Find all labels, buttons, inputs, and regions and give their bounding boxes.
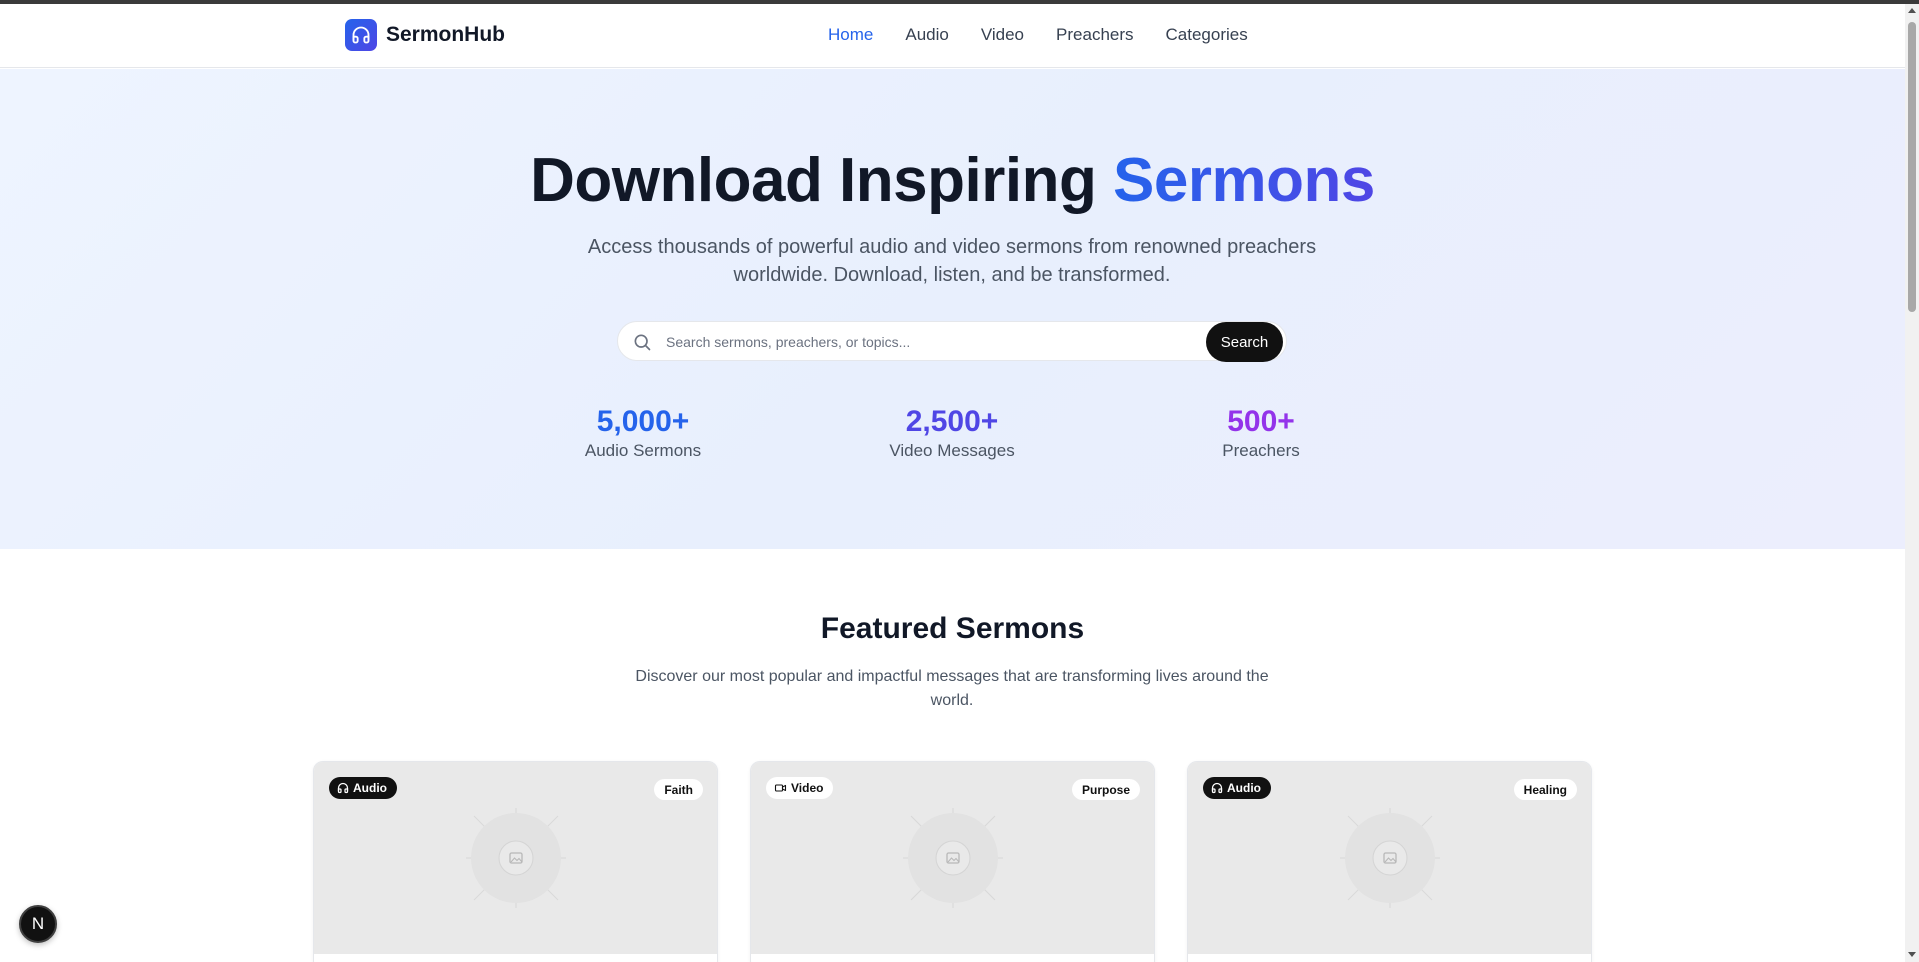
dev-tools-badge-label: N xyxy=(31,914,45,933)
category-badge: Purpose xyxy=(1071,779,1140,800)
scroll-down-arrow-icon[interactable] xyxy=(1908,952,1916,957)
page-scrollbar[interactable] xyxy=(1905,4,1919,962)
stat-value: 2,500+ xyxy=(905,405,999,438)
headphones-icon xyxy=(345,19,377,51)
search-button[interactable]: Search xyxy=(1206,322,1283,362)
nav-categories[interactable]: Categories xyxy=(1166,25,1248,45)
hero-title: Download Inspiring Sermons xyxy=(0,145,1905,216)
dev-tools-badge[interactable]: N xyxy=(19,905,57,943)
stat-label: Video Messages xyxy=(889,441,1015,460)
media-type-label: Video xyxy=(791,781,824,795)
stat-preachers: 500+ Preachers xyxy=(1161,405,1361,461)
category-badge: Faith xyxy=(654,779,703,800)
card-thumbnail: Audio Faith xyxy=(314,762,717,954)
search-input[interactable] xyxy=(666,330,1166,354)
search-icon xyxy=(634,334,651,351)
card-thumbnail: Audio Healing xyxy=(1188,762,1591,954)
stat-label: Preachers xyxy=(1222,441,1300,460)
image-placeholder-icon xyxy=(1340,808,1440,908)
category-badge: Healing xyxy=(1513,779,1577,800)
media-type-badge: Audio xyxy=(1203,777,1271,799)
headphones-icon xyxy=(1211,782,1223,794)
main-nav: Home Audio Video Preachers Categories xyxy=(828,25,1248,45)
sermon-card[interactable]: Audio Healing xyxy=(1187,761,1592,962)
media-type-label: Audio xyxy=(353,781,387,795)
hero-title-accent: Sermons xyxy=(1113,146,1375,215)
image-placeholder-icon xyxy=(466,808,566,908)
search-bar: Search xyxy=(617,321,1287,362)
nav-audio[interactable]: Audio xyxy=(905,25,948,45)
sermon-card[interactable]: Audio Faith xyxy=(313,761,718,962)
card-thumbnail: Video Purpose xyxy=(751,762,1154,954)
brand-name: SermonHub xyxy=(386,23,506,46)
stat-video-messages: 2,500+ Video Messages xyxy=(852,405,1052,461)
stat-audio-sermons: 5,000+ Audio Sermons xyxy=(543,405,743,461)
video-camera-icon xyxy=(774,784,787,792)
stat-label: Audio Sermons xyxy=(584,441,702,460)
nav-preachers[interactable]: Preachers xyxy=(1056,25,1133,45)
image-placeholder-icon xyxy=(903,808,1003,908)
nav-home[interactable]: Home xyxy=(828,25,873,45)
stat-value: 500+ xyxy=(1227,405,1295,438)
headphones-icon xyxy=(337,782,349,794)
scroll-up-arrow-icon[interactable] xyxy=(1908,8,1916,13)
scrollbar-thumb[interactable] xyxy=(1908,22,1916,312)
stat-value: 5,000+ xyxy=(596,405,690,438)
featured-title: Featured Sermons xyxy=(820,612,1085,645)
media-type-badge: Video xyxy=(766,777,834,799)
brand[interactable]: SermonHub xyxy=(345,19,505,51)
nav-video[interactable]: Video xyxy=(981,25,1024,45)
media-type-label: Audio xyxy=(1227,781,1261,795)
media-type-badge: Audio xyxy=(329,777,397,799)
hero-title-main: Download Inspiring xyxy=(530,146,1114,215)
sermon-card[interactable]: Video Purpose xyxy=(750,761,1155,962)
featured-subtitle: Discover our most popular and impactful … xyxy=(635,668,1269,709)
navbar: SermonHub Home Audio Video Preachers Cat… xyxy=(0,4,1905,68)
hero-subtitle: Access thousands of powerful audio and v… xyxy=(587,236,1317,286)
hero-section: Download Inspiring Sermons Access thousa… xyxy=(0,69,1905,549)
